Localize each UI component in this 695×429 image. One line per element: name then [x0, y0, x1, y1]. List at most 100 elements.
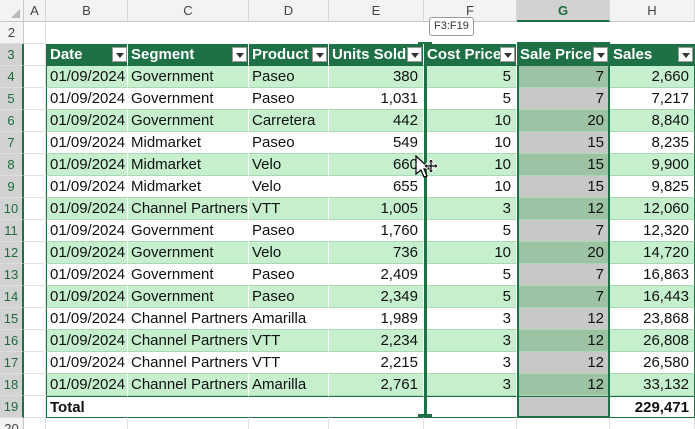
table-header-cell[interactable]: Cost Price	[424, 44, 517, 66]
cell-a[interactable]	[24, 66, 46, 88]
total-cell[interactable]	[329, 396, 424, 418]
table-cell[interactable]: 01/09/2024	[46, 154, 128, 176]
table-cell[interactable]: Paseo	[249, 286, 329, 308]
table-cell[interactable]: Amarilla	[249, 374, 329, 396]
table-cell[interactable]: 12	[517, 374, 610, 396]
table-cell[interactable]: 23,868	[610, 308, 695, 330]
table-cell[interactable]: 7	[517, 88, 610, 110]
cell-a[interactable]	[24, 22, 46, 44]
row-header-3[interactable]: 3	[0, 44, 24, 66]
table-cell[interactable]: Carretera	[249, 110, 329, 132]
table-cell[interactable]: 8,840	[610, 110, 695, 132]
cell-a[interactable]	[24, 418, 46, 429]
table-cell[interactable]: 01/09/2024	[46, 374, 128, 396]
cell-a[interactable]	[24, 220, 46, 242]
total-cell[interactable]	[128, 396, 249, 418]
table-cell[interactable]: Government	[128, 220, 249, 242]
cell-a[interactable]	[24, 44, 46, 66]
table-cell[interactable]: 380	[329, 66, 424, 88]
row-header-18[interactable]: 18	[0, 374, 24, 396]
table-header-cell[interactable]: Date	[46, 44, 128, 66]
cell-a[interactable]	[24, 88, 46, 110]
table-header-cell[interactable]: Product	[249, 44, 329, 66]
column-header-d[interactable]: D	[249, 0, 329, 22]
table-cell[interactable]: 01/09/2024	[46, 198, 128, 220]
table-cell[interactable]: 12,320	[610, 220, 695, 242]
table-cell[interactable]: 5	[424, 286, 517, 308]
column-header-c[interactable]: C	[128, 0, 249, 22]
row-header-10[interactable]: 10	[0, 198, 24, 220]
filter-dropdown-icon[interactable]	[678, 47, 693, 62]
cell-a[interactable]	[24, 242, 46, 264]
cell-a[interactable]	[24, 352, 46, 374]
table-cell[interactable]: 3	[424, 330, 517, 352]
table-cell[interactable]: 2,234	[329, 330, 424, 352]
table-cell[interactable]: 1,005	[329, 198, 424, 220]
table-cell[interactable]: 3	[424, 308, 517, 330]
row-header-14[interactable]: 14	[0, 286, 24, 308]
table-cell[interactable]: Channel Partners	[128, 374, 249, 396]
table-cell[interactable]: 01/09/2024	[46, 242, 128, 264]
column-header-a[interactable]: A	[24, 0, 46, 22]
total-label[interactable]: Total	[46, 396, 128, 418]
table-cell[interactable]: 20	[517, 242, 610, 264]
table-cell[interactable]: Velo	[249, 242, 329, 264]
table-cell[interactable]: 10	[424, 110, 517, 132]
row-header-9[interactable]: 9	[0, 176, 24, 198]
table-cell[interactable]: 3	[424, 198, 517, 220]
table-cell[interactable]: 7	[517, 286, 610, 308]
total-cell[interactable]	[249, 396, 329, 418]
empty-cell[interactable]	[424, 418, 517, 429]
select-all-corner[interactable]	[0, 0, 24, 22]
empty-cell[interactable]	[329, 418, 424, 429]
column-header-e[interactable]: E	[329, 0, 424, 22]
row-header-6[interactable]: 6	[0, 110, 24, 132]
table-cell[interactable]: 549	[329, 132, 424, 154]
table-cell[interactable]: 01/09/2024	[46, 286, 128, 308]
table-cell[interactable]: 12	[517, 330, 610, 352]
table-cell[interactable]: 12,060	[610, 198, 695, 220]
cell-a[interactable]	[24, 396, 46, 418]
row-header-5[interactable]: 5	[0, 88, 24, 110]
row-header-19[interactable]: 19	[0, 396, 24, 418]
cell-a[interactable]	[24, 132, 46, 154]
table-cell[interactable]: 5	[424, 66, 517, 88]
table-cell[interactable]: 16,863	[610, 264, 695, 286]
table-cell[interactable]: Channel Partners	[128, 352, 249, 374]
table-cell[interactable]: 15	[517, 154, 610, 176]
cell-a[interactable]	[24, 198, 46, 220]
table-cell[interactable]: 15	[517, 176, 610, 198]
table-cell[interactable]: Paseo	[249, 132, 329, 154]
empty-cell[interactable]	[46, 418, 128, 429]
filter-dropdown-icon[interactable]	[312, 47, 327, 62]
row-header-12[interactable]: 12	[0, 242, 24, 264]
table-cell[interactable]: 7,217	[610, 88, 695, 110]
table-cell[interactable]: Velo	[249, 176, 329, 198]
table-cell[interactable]: 7	[517, 66, 610, 88]
filter-dropdown-icon[interactable]	[407, 47, 422, 62]
cell-a[interactable]	[24, 374, 46, 396]
table-cell[interactable]: 5	[424, 220, 517, 242]
table-cell[interactable]: 9,900	[610, 154, 695, 176]
table-cell[interactable]: Government	[128, 88, 249, 110]
table-cell[interactable]: 8,235	[610, 132, 695, 154]
table-cell[interactable]: 442	[329, 110, 424, 132]
table-cell[interactable]: 2,215	[329, 352, 424, 374]
table-cell[interactable]: 2,761	[329, 374, 424, 396]
table-cell[interactable]: 01/09/2024	[46, 176, 128, 198]
row-header-13[interactable]: 13	[0, 264, 24, 286]
cell-a[interactable]	[24, 154, 46, 176]
filter-dropdown-icon[interactable]	[232, 47, 247, 62]
table-cell[interactable]: 660	[329, 154, 424, 176]
table-cell[interactable]: Channel Partners	[128, 330, 249, 352]
table-cell[interactable]: 5	[424, 264, 517, 286]
cell-a[interactable]	[24, 110, 46, 132]
cell-a[interactable]	[24, 286, 46, 308]
table-cell[interactable]: 12	[517, 198, 610, 220]
row-header-2[interactable]: 2	[0, 22, 24, 44]
empty-cell[interactable]	[610, 418, 695, 429]
table-cell[interactable]: Midmarket	[128, 176, 249, 198]
row-header-4[interactable]: 4	[0, 66, 24, 88]
cell-a[interactable]	[24, 264, 46, 286]
cell-a[interactable]	[24, 176, 46, 198]
